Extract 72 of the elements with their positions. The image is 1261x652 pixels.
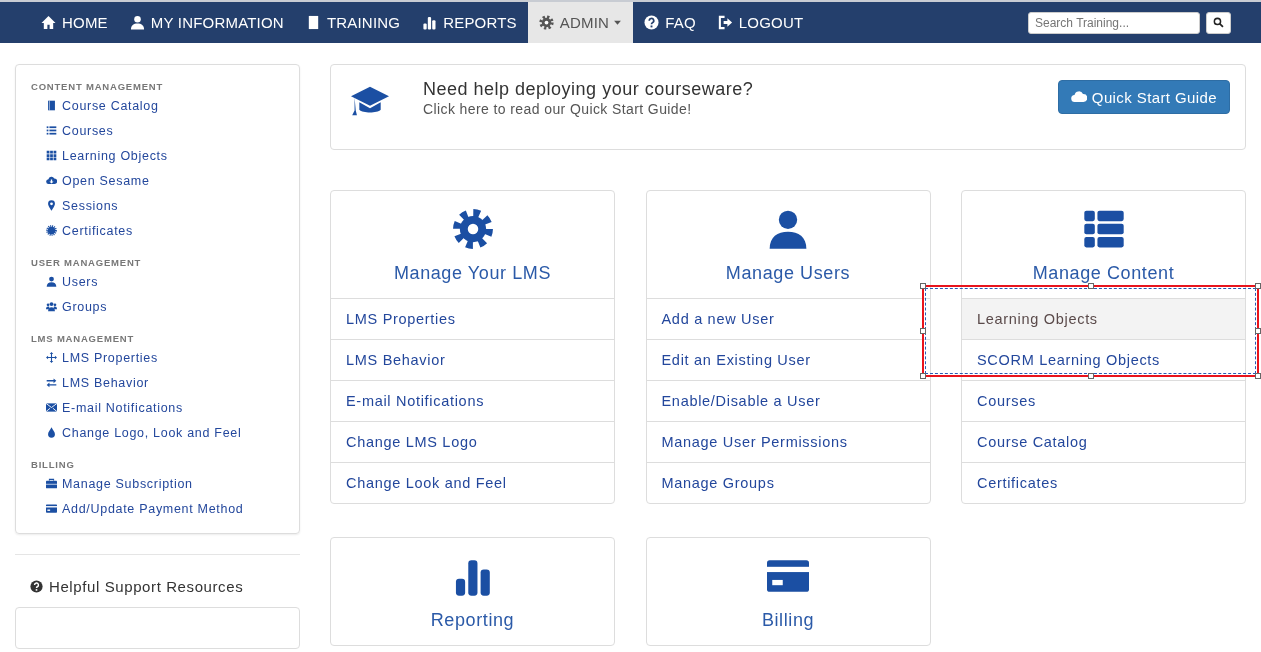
card-link[interactable]: LMS Behavior: [331, 339, 614, 380]
help-icon: [30, 579, 43, 593]
sidebar-link[interactable]: Courses: [31, 118, 284, 143]
droplet-icon: [46, 427, 57, 438]
help-icon: [644, 15, 660, 30]
search-button[interactable]: [1206, 11, 1231, 34]
card-link[interactable]: Learning Objects: [962, 298, 1245, 339]
card-title: Manage Users: [725, 263, 851, 284]
card-title: Billing: [761, 610, 815, 631]
card-title: Reporting: [430, 610, 515, 631]
nav-tab[interactable]: MY INFORMATION: [118, 2, 295, 43]
list-icon: [46, 125, 57, 136]
grid-icon: [46, 150, 57, 161]
sidebar-link[interactable]: Open Sesame: [31, 168, 284, 193]
banner-title: Need help deploying your courseware?: [423, 79, 755, 100]
nav-tab[interactable]: FAQ: [633, 2, 707, 43]
certificate-icon: [46, 225, 57, 236]
map-marker-icon: [46, 200, 57, 211]
credit-card-icon: [46, 503, 57, 514]
sidebar-link[interactable]: LMS Behavior: [31, 370, 284, 395]
bar-chart-icon: [422, 15, 438, 30]
nav-tab[interactable]: REPORTS: [411, 2, 528, 43]
nav-tab[interactable]: HOME: [30, 2, 119, 43]
search-field[interactable]: Search Training...: [1028, 11, 1200, 34]
sidebar-link[interactable]: Learning Objects: [31, 143, 284, 168]
support-heading: Helpful Support Resources: [49, 577, 244, 595]
home-icon: [41, 15, 56, 30]
logout-icon: [717, 15, 733, 30]
card-link[interactable]: E-mail Notifications: [331, 380, 614, 421]
card-link[interactable]: Enable/Disable a User: [646, 380, 930, 421]
section-heading: BILLING: [31, 459, 76, 470]
sidebar-link[interactable]: Users: [31, 269, 284, 294]
section-heading: LMS MANAGEMENT: [31, 333, 136, 344]
sidebar-link[interactable]: Groups: [31, 294, 284, 319]
sidebar-link[interactable]: Certificates: [31, 218, 284, 243]
nav-tab[interactable]: ADMIN: [527, 2, 634, 43]
card-link[interactable]: Manage User Permissions: [646, 421, 930, 462]
quick-start-button[interactable]: Quick Start Guide: [1057, 80, 1230, 114]
envelope-icon: [46, 402, 57, 413]
nav-tab[interactable]: LOGOUT: [706, 2, 815, 43]
sidebar-link[interactable]: Change Logo, Look and Feel: [31, 420, 284, 445]
users-icon: [46, 301, 57, 312]
caret-icon: [613, 18, 623, 27]
user-icon: [129, 15, 145, 30]
sidebar-link[interactable]: Add/Update Payment Method: [31, 496, 284, 521]
sidebar-link[interactable]: Course Catalog: [31, 93, 284, 118]
card-link[interactable]: Change Look and Feel: [331, 462, 614, 503]
search-icon: [1213, 17, 1224, 28]
section-heading: CONTENT MANAGEMENT: [31, 81, 165, 92]
sidebar-link[interactable]: E-mail Notifications: [31, 395, 284, 420]
card-title: Manage Content: [1032, 263, 1175, 284]
card-link[interactable]: Courses: [962, 380, 1245, 421]
card-link[interactable]: Course Catalog: [962, 421, 1245, 462]
sidebar-link[interactable]: LMS Properties: [31, 345, 284, 370]
user-icon: [767, 208, 809, 250]
section-heading: USER MANAGEMENT: [31, 257, 143, 268]
exchange-arrows-icon: [46, 377, 57, 388]
nav-tab[interactable]: TRAINING: [294, 2, 412, 43]
card-link[interactable]: LMS Properties: [331, 298, 614, 339]
card-title: Manage Your LMS: [393, 263, 552, 284]
card-link[interactable]: Certificates: [962, 462, 1245, 503]
settings-icon: [538, 15, 554, 30]
banner-link[interactable]: Click here to read our Quick Start Guide!: [423, 101, 1058, 117]
move-arrows-icon: [46, 352, 57, 363]
list-icon: [1082, 208, 1125, 250]
gear-icon: [451, 208, 494, 250]
user-icon: [46, 276, 57, 287]
card-link[interactable]: Change LMS Logo: [331, 421, 614, 462]
sidebar-link[interactable]: Manage Subscription: [31, 471, 284, 496]
briefcase-icon: [46, 478, 57, 489]
sidebar-link[interactable]: Sessions: [31, 193, 284, 218]
card-link[interactable]: Manage Groups: [646, 462, 930, 503]
